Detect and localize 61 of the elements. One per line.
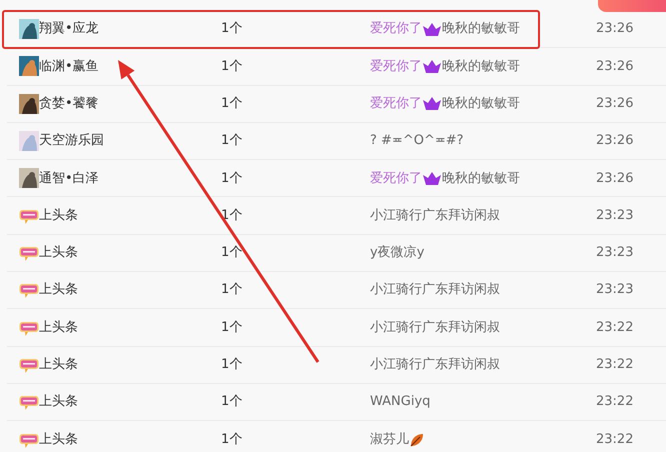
sender-name: 小江骑行广东拜访闲叔	[370, 281, 500, 300]
group-name: 临渊•赢鱼	[39, 58, 100, 76]
time-label: 23:26	[596, 132, 634, 150]
sender-name: 晚秋的敏敏哥	[442, 20, 520, 38]
group-name: 上头条	[39, 318, 79, 337]
group-name: 通智•白泽	[39, 170, 100, 188]
gift-count: 1个	[221, 170, 244, 188]
gift-count: 1个	[221, 318, 244, 337]
crown-icon	[422, 58, 442, 74]
group-name: 上头条	[39, 431, 79, 450]
gift-count: 1个	[221, 94, 244, 113]
gift-count: 1个	[221, 356, 244, 374]
time-label: 23:22	[596, 318, 634, 337]
time-label: 23:26	[596, 58, 634, 76]
sender-name: 淑芬儿	[370, 431, 409, 450]
sender-name: ? #≖^O^≖#?	[370, 132, 464, 150]
gift-count: 1个	[221, 132, 244, 150]
sender-title: 爱死你了	[370, 20, 422, 38]
group-name: 贪婪•饕餮	[39, 94, 100, 113]
avatar-icon	[19, 94, 39, 114]
sender-title: 爱死你了	[370, 94, 422, 113]
sender-name: WANGiyq	[370, 393, 430, 412]
sender-name: 小江骑行广东拜访闲叔	[370, 206, 500, 225]
group-name: 上头条	[39, 281, 79, 300]
group-name: 上头条	[39, 356, 79, 374]
time-label: 23:23	[596, 281, 634, 300]
sender-name: y夜微凉y	[370, 244, 424, 262]
sender-name: 小江骑行广东拜访闲叔	[370, 356, 500, 374]
time-label: 23:26	[596, 170, 634, 188]
avatar-icon	[19, 168, 39, 188]
sender-name: 晚秋的敏敏哥	[442, 170, 520, 188]
gift-count: 1个	[221, 58, 244, 76]
group-name: 上头条	[39, 393, 79, 412]
group-name: 翔翼•应龙	[39, 20, 100, 38]
time-label: 23:23	[596, 206, 634, 225]
gift-count: 1个	[221, 20, 244, 38]
gift-count: 1个	[221, 431, 244, 450]
crown-icon	[422, 96, 442, 112]
sender-name: 晚秋的敏敏哥	[442, 94, 520, 113]
time-label: 23:26	[596, 20, 634, 38]
gift-count: 1个	[221, 393, 244, 412]
time-label: 23:22	[596, 431, 634, 450]
time-label: 23:23	[596, 244, 634, 262]
time-label: 23:22	[596, 393, 634, 412]
group-name: 上头条	[39, 244, 79, 262]
time-label: 23:26	[596, 94, 634, 113]
crown-icon	[422, 170, 442, 186]
avatar-icon	[19, 56, 39, 76]
crown-icon	[422, 22, 442, 37]
sender-name: 晚秋的敏敏哥	[442, 58, 520, 76]
group-name: 天空游乐园	[39, 132, 105, 150]
avatar-icon	[19, 19, 39, 40]
avatar-icon	[19, 131, 39, 152]
sender-title: 爱死你了	[370, 58, 422, 76]
leaf-icon	[409, 432, 425, 448]
time-label: 23:22	[596, 356, 634, 374]
gift-count: 1个	[221, 281, 244, 300]
sender-name: 小江骑行广东拜访闲叔	[370, 318, 500, 337]
gift-count: 1个	[221, 244, 244, 262]
group-name: 上头条	[39, 206, 79, 225]
sender-title: 爱死你了	[370, 170, 422, 188]
